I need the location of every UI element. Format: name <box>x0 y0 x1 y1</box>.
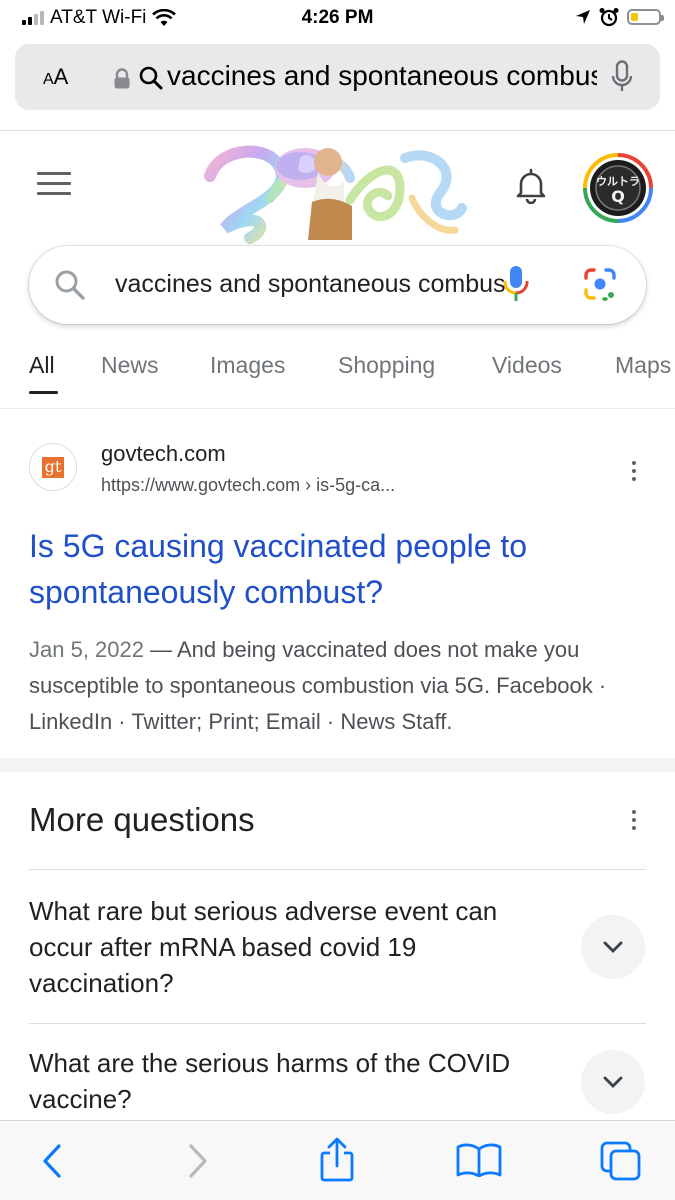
text-size-button[interactable]: AA <box>43 64 68 90</box>
location-icon <box>576 10 590 24</box>
google-search-box[interactable]: vaccines and spontaneous combustion 5g <box>29 246 646 324</box>
safari-toolbar <box>0 1120 675 1200</box>
alarm-icon <box>599 8 619 27</box>
status-bar: AT&T Wi-Fi 4:26 PM <box>0 0 675 38</box>
menu-icon[interactable] <box>37 172 71 202</box>
clock: 4:26 PM <box>301 7 374 28</box>
search-input[interactable]: vaccines and spontaneous combustion 5g <box>115 270 505 299</box>
microphone-icon[interactable] <box>611 60 633 94</box>
result-date: Jan 5, 2022 <box>29 637 144 662</box>
search-icon <box>139 66 163 90</box>
result-breadcrumb[interactable]: https://www.govtech.com › is-5g-ca... <box>101 475 395 496</box>
account-avatar[interactable]: ウルトラ Q <box>582 152 654 224</box>
share-icon[interactable] <box>318 1137 356 1183</box>
question-item[interactable]: What rare but serious adverse event can … <box>29 893 549 1001</box>
tab-shopping[interactable]: Shopping <box>338 352 435 379</box>
svg-text:Q: Q <box>611 187 625 206</box>
back-icon[interactable] <box>40 1143 64 1179</box>
more-questions-options-icon[interactable] <box>632 810 636 830</box>
tab-videos[interactable]: Videos <box>492 352 562 379</box>
result-site-name[interactable]: govtech.com <box>101 441 226 467</box>
tab-all[interactable]: All <box>29 352 55 379</box>
divider <box>29 869 646 870</box>
address-bar[interactable]: AA vaccines and spontaneous combust <box>15 44 660 110</box>
search-icon <box>55 270 85 300</box>
chevron-down-icon[interactable] <box>581 915 645 979</box>
divider <box>0 408 675 409</box>
result-more-options-icon[interactable] <box>632 461 636 481</box>
site-favicon[interactable]: gt <box>29 443 77 491</box>
question-item[interactable]: What are the serious harms of the COVID … <box>29 1045 549 1117</box>
result-title-link[interactable]: Is 5G causing vaccinated people to spont… <box>29 523 649 615</box>
search-tabs: All News Images Shopping Videos Maps <box>0 352 675 398</box>
forward-icon[interactable] <box>186 1143 210 1179</box>
active-tab-indicator <box>29 391 58 394</box>
voice-search-icon[interactable] <box>501 264 531 304</box>
tab-images[interactable]: Images <box>210 352 285 379</box>
chevron-down-icon[interactable] <box>581 1050 645 1114</box>
tabs-icon[interactable] <box>600 1141 642 1181</box>
url-text[interactable]: vaccines and spontaneous combust <box>167 60 597 92</box>
bookmarks-icon[interactable] <box>456 1143 502 1177</box>
google-lens-icon[interactable] <box>582 266 618 302</box>
divider <box>0 130 675 131</box>
notifications-bell-icon[interactable] <box>515 168 547 204</box>
battery-icon <box>627 9 664 25</box>
result-snippet: Jan 5, 2022 — And being vaccinated does … <box>29 632 659 740</box>
section-separator <box>0 758 675 772</box>
google-doodle[interactable] <box>200 138 470 244</box>
divider <box>29 1023 646 1024</box>
more-questions-heading: More questions <box>29 801 255 838</box>
lock-icon <box>114 68 130 89</box>
tab-maps[interactable]: Maps <box>615 352 671 379</box>
tab-news[interactable]: News <box>101 352 159 379</box>
